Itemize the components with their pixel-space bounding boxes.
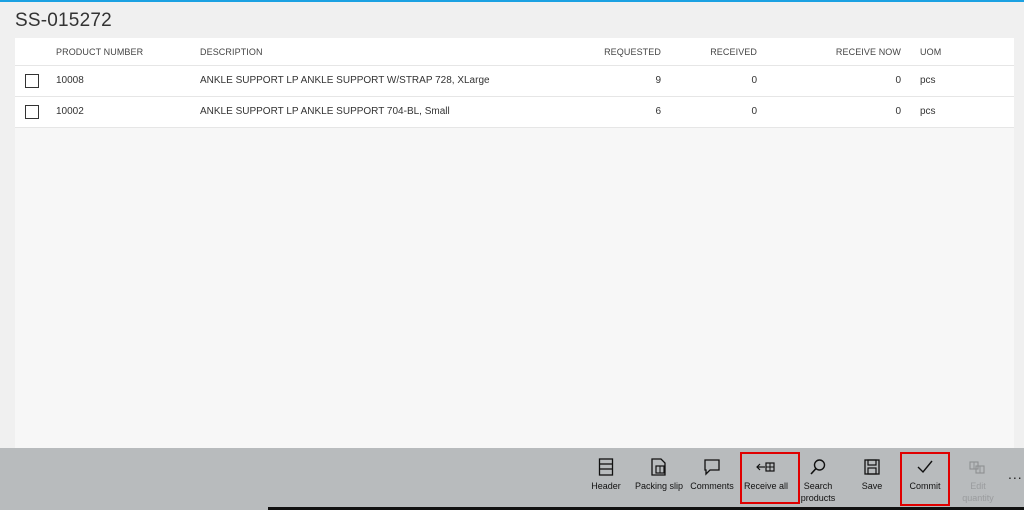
header-button[interactable]: Header [586,448,626,506]
row-select-checkbox[interactable] [25,105,39,119]
search-products-label: Search products [801,480,836,504]
save-button[interactable]: Save [852,448,892,506]
search-products-label-line2: products [800,493,836,503]
table-row[interactable]: 10002 ANKLE SUPPORT LP ANKLE SUPPORT 704… [15,97,1014,128]
column-header-description[interactable]: DESCRIPTION [200,47,263,57]
receive-all-label: Receive all [743,481,789,491]
save-icon [861,456,883,478]
column-header-receive-now[interactable]: RECEIVE NOW [805,47,901,57]
edit-quantity-icon [967,456,989,478]
description-cell: ANKLE SUPPORT LP ANKLE SUPPORT W/STRAP 7… [200,75,490,86]
edit-quantity-label-line2: quantity [962,493,994,503]
row-select-checkbox[interactable] [25,74,39,88]
product-number-cell: 10002 [56,106,84,117]
header-icon [595,456,617,478]
receive-now-cell[interactable]: 0 [805,75,901,86]
header-label: Header [591,481,621,491]
column-header-received[interactable]: RECEIVED [675,47,757,57]
packing-slip-button[interactable]: Packing slip [632,448,686,506]
column-header-requested[interactable]: REQUESTED [575,47,661,57]
requested-cell: 9 [655,75,661,86]
packing-slip-icon [648,456,670,478]
received-cell: 0 [751,75,757,86]
grid-header: PRODUCT NUMBER DESCRIPTION REQUESTED REC… [15,38,1014,66]
comments-label: Comments [690,481,734,491]
search-icon [807,456,829,478]
received-cell: 0 [751,106,757,117]
packing-slip-label: Packing slip [634,481,684,491]
more-options-icon[interactable]: ... [1008,466,1023,482]
top-accent-bar [0,0,1024,2]
lines-grid: PRODUCT NUMBER DESCRIPTION REQUESTED REC… [15,38,1014,448]
column-header-product-number[interactable]: PRODUCT NUMBER [56,47,143,57]
edit-quantity-label-line1: Edit [970,481,986,491]
requested-cell: 6 [655,106,661,117]
product-number-cell: 10008 [56,75,84,86]
description-cell: ANKLE SUPPORT LP ANKLE SUPPORT 704-BL, S… [200,106,450,117]
receive-all-button[interactable]: Receive all [741,448,791,506]
table-row[interactable]: 10008 ANKLE SUPPORT LP ANKLE SUPPORT W/S… [15,66,1014,97]
comment-icon [701,456,723,478]
commit-button[interactable]: Commit [902,448,948,506]
uom-cell: pcs [920,75,936,86]
edit-quantity-button[interactable]: Edit quantity [956,448,1000,506]
uom-cell: pcs [920,106,936,117]
page-title: SS-015272 [15,10,112,31]
edit-quantity-label: Edit quantity [962,480,994,504]
commit-label: Commit [909,481,941,491]
comments-button[interactable]: Comments [688,448,736,506]
save-label: Save [861,481,883,491]
checkmark-icon [914,456,936,478]
column-header-uom[interactable]: UOM [920,47,941,57]
receive-all-icon [755,456,777,478]
receive-now-cell[interactable]: 0 [805,106,901,117]
search-products-label-line1: Search [803,481,833,491]
search-products-button[interactable]: Search products [797,448,839,506]
